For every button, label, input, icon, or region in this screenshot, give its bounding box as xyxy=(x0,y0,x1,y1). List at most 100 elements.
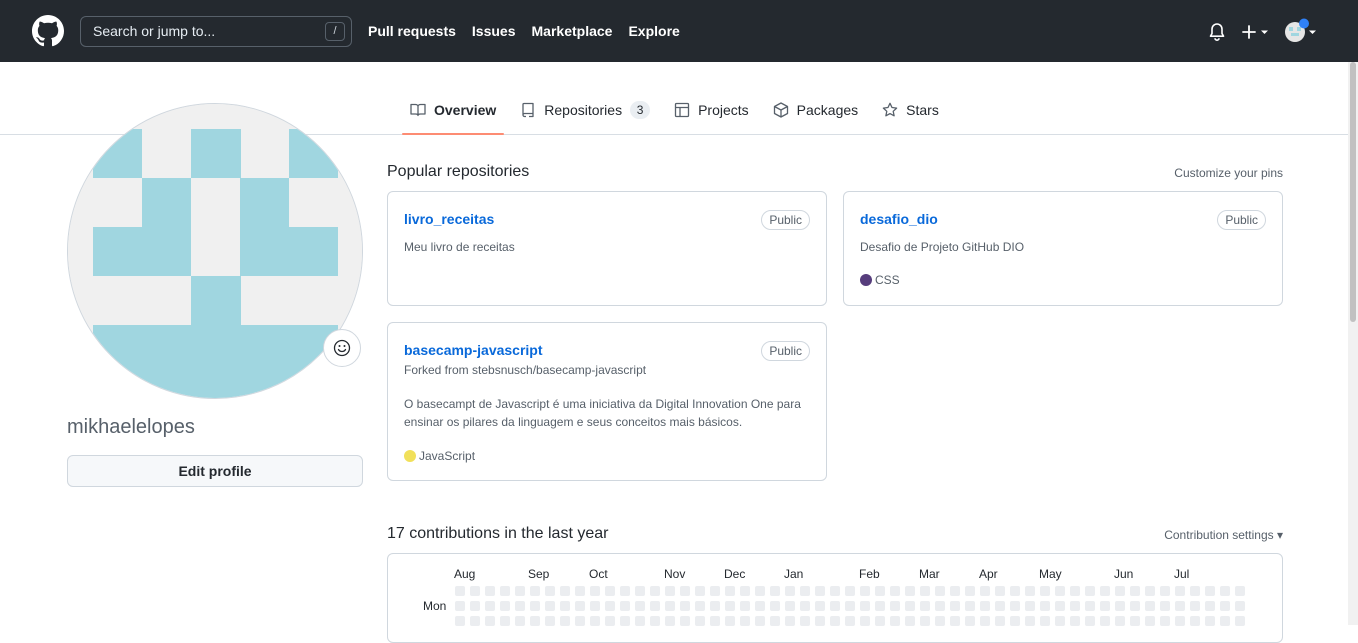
contribution-day-cell[interactable] xyxy=(995,586,1005,596)
contribution-day-cell[interactable] xyxy=(1175,601,1185,611)
contribution-day-cell[interactable] xyxy=(1055,601,1065,611)
contribution-day-cell[interactable] xyxy=(785,601,795,611)
contribution-day-cell[interactable] xyxy=(755,601,765,611)
tab-overview[interactable]: Overview xyxy=(398,86,508,135)
contribution-day-cell[interactable] xyxy=(470,601,480,611)
contribution-day-cell[interactable] xyxy=(920,586,930,596)
contribution-day-cell[interactable] xyxy=(605,601,615,611)
contribution-day-cell[interactable] xyxy=(1100,586,1110,596)
contribution-day-cell[interactable] xyxy=(725,586,735,596)
contribution-day-cell[interactable] xyxy=(1115,601,1125,611)
tab-packages[interactable]: Packages xyxy=(761,86,870,134)
contribution-day-cell[interactable] xyxy=(560,601,570,611)
contribution-day-cell[interactable] xyxy=(650,601,660,611)
contribution-day-cell[interactable] xyxy=(830,601,840,611)
contribution-day-cell[interactable] xyxy=(680,601,690,611)
contribution-day-cell[interactable] xyxy=(770,601,780,611)
contribution-day-cell[interactable] xyxy=(665,586,675,596)
contribution-day-cell[interactable] xyxy=(1190,586,1200,596)
contribution-day-cell[interactable] xyxy=(980,586,990,596)
contribution-day-cell[interactable] xyxy=(785,586,795,596)
contribution-day-cell[interactable] xyxy=(755,586,765,596)
contribution-day-cell[interactable] xyxy=(455,601,465,611)
contribution-day-cell[interactable] xyxy=(470,586,480,596)
repo-link[interactable]: basecamp-javascript xyxy=(404,342,543,358)
contribution-day-cell[interactable] xyxy=(860,601,870,611)
contribution-day-cell[interactable] xyxy=(920,601,930,611)
contribution-day-cell[interactable] xyxy=(1190,601,1200,611)
contribution-day-cell[interactable] xyxy=(1025,586,1035,596)
contribution-day-cell[interactable] xyxy=(545,601,555,611)
contribution-day-cell[interactable] xyxy=(530,586,540,596)
repo-link[interactable]: livro_receitas xyxy=(404,211,494,227)
contribution-day-cell[interactable] xyxy=(995,601,1005,611)
contribution-day-cell[interactable] xyxy=(1010,586,1020,596)
contribution-day-cell[interactable] xyxy=(710,586,720,596)
contribution-day-cell[interactable] xyxy=(1085,586,1095,596)
contribution-day-cell[interactable] xyxy=(770,586,780,596)
notifications-bell-icon[interactable] xyxy=(1207,18,1227,46)
contribution-day-cell[interactable] xyxy=(815,586,825,596)
scrollbar-thumb[interactable] xyxy=(1350,62,1356,322)
contribution-day-cell[interactable] xyxy=(935,586,945,596)
contribution-day-cell[interactable] xyxy=(860,586,870,596)
contribution-day-cell[interactable] xyxy=(1235,601,1245,611)
contribution-day-cell[interactable] xyxy=(1160,586,1170,596)
contribution-day-cell[interactable] xyxy=(1235,586,1245,596)
contribution-day-cell[interactable] xyxy=(1160,601,1170,611)
contribution-day-cell[interactable] xyxy=(665,601,675,611)
tab-stars[interactable]: Stars xyxy=(870,86,951,134)
contribution-day-cell[interactable] xyxy=(1070,586,1080,596)
contribution-day-cell[interactable] xyxy=(935,601,945,611)
contribution-day-cell[interactable] xyxy=(1130,586,1140,596)
contribution-day-cell[interactable] xyxy=(680,586,690,596)
contribution-day-cell[interactable] xyxy=(1220,586,1230,596)
contribution-day-cell[interactable] xyxy=(560,586,570,596)
contribution-day-cell[interactable] xyxy=(590,586,600,596)
contribution-day-cell[interactable] xyxy=(515,586,525,596)
nav-issues[interactable]: Issues xyxy=(472,23,516,39)
contribution-day-cell[interactable] xyxy=(845,586,855,596)
contribution-day-cell[interactable] xyxy=(545,586,555,596)
contribution-day-cell[interactable] xyxy=(1175,586,1185,596)
contribution-day-cell[interactable] xyxy=(1145,586,1155,596)
contribution-day-cell[interactable] xyxy=(1085,601,1095,611)
contribution-day-cell[interactable] xyxy=(650,586,660,596)
github-logo-icon[interactable] xyxy=(32,15,64,47)
tab-repositories[interactable]: Repositories 3 xyxy=(508,86,662,134)
contribution-day-cell[interactable] xyxy=(1145,601,1155,611)
contribution-day-cell[interactable] xyxy=(1100,601,1110,611)
contribution-day-cell[interactable] xyxy=(620,586,630,596)
contribution-day-cell[interactable] xyxy=(575,586,585,596)
search-input[interactable]: Search or jump to... / xyxy=(80,16,352,47)
contribution-settings-dropdown[interactable]: Contribution settings ▾ xyxy=(1164,528,1283,542)
forked-from-text[interactable]: Forked from stebsnusch/basecamp-javascri… xyxy=(404,361,812,379)
contribution-day-cell[interactable] xyxy=(890,601,900,611)
contribution-day-cell[interactable] xyxy=(695,586,705,596)
set-status-button[interactable] xyxy=(323,329,361,367)
contribution-day-cell[interactable] xyxy=(515,601,525,611)
contribution-day-cell[interactable] xyxy=(710,601,720,611)
contribution-day-cell[interactable] xyxy=(1070,601,1080,611)
nav-pull-requests[interactable]: Pull requests xyxy=(368,23,456,39)
contribution-day-cell[interactable] xyxy=(905,586,915,596)
contribution-day-cell[interactable] xyxy=(890,586,900,596)
contribution-day-cell[interactable] xyxy=(1010,601,1020,611)
contribution-day-cell[interactable] xyxy=(830,586,840,596)
contribution-day-cell[interactable] xyxy=(455,586,465,596)
contribution-day-cell[interactable] xyxy=(590,601,600,611)
contribution-day-cell[interactable] xyxy=(740,601,750,611)
contribution-day-cell[interactable] xyxy=(1130,601,1140,611)
tab-projects[interactable]: Projects xyxy=(662,86,761,134)
contribution-day-cell[interactable] xyxy=(950,601,960,611)
contribution-day-cell[interactable] xyxy=(485,586,495,596)
nav-marketplace[interactable]: Marketplace xyxy=(532,23,613,39)
contribution-day-cell[interactable] xyxy=(605,586,615,596)
contribution-day-cell[interactable] xyxy=(500,601,510,611)
page-scrollbar[interactable] xyxy=(1348,62,1358,625)
contribution-day-cell[interactable] xyxy=(575,601,585,611)
contribution-day-cell[interactable] xyxy=(530,601,540,611)
contribution-day-cell[interactable] xyxy=(965,586,975,596)
repo-link[interactable]: desafio_dio xyxy=(860,211,938,227)
contribution-day-cell[interactable] xyxy=(800,586,810,596)
